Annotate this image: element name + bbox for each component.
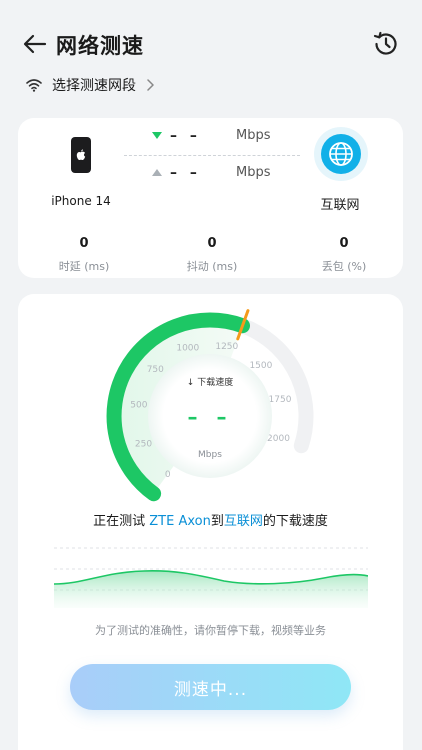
gauge-title: ↓ 下载速度: [187, 376, 233, 388]
packet-loss-stat: 0 丢包 (%): [294, 236, 394, 274]
apple-logo-icon: [76, 149, 86, 160]
rate-divider: [124, 155, 300, 156]
jitter-label: 抖动 (ms): [186, 260, 238, 273]
latency-label: 时延 (ms): [58, 260, 110, 273]
phone-icon: [71, 137, 91, 173]
status-suffix: 的下载速度: [262, 514, 328, 529]
gauge-tick-label: 500: [130, 401, 147, 411]
download-rate-value: – –: [170, 128, 201, 144]
speed-gauge: 0 250 500 750 1000 1250 1500 1750 2000 ↓ 下载速度 – …: [106, 309, 314, 502]
gauge-tick-label: 1250: [215, 342, 238, 352]
status-device: ZTE Axon: [149, 514, 211, 529]
history-icon: [373, 31, 397, 55]
gauge-tick-label: 250: [135, 440, 152, 450]
latency-value: 0: [79, 236, 89, 251]
select-segment-row[interactable]: 选择测速网段: [26, 74, 154, 96]
latency-stat: 0 时延 (ms): [34, 236, 134, 274]
jitter-value: 0: [207, 236, 217, 251]
gauge-tick-label: 1500: [249, 361, 272, 371]
testing-status: 正在测试 ZTE Axon到互联网的下载速度: [18, 510, 403, 529]
download-rate-unit: Mbps: [236, 128, 271, 143]
upload-rate-unit: Mbps: [236, 165, 271, 180]
status-prefix: 正在测试: [93, 514, 150, 529]
back-button[interactable]: [20, 30, 50, 58]
network-name: 互联网: [320, 198, 360, 213]
gauge-tick-label: 0: [165, 470, 171, 480]
status-mid: 到: [210, 514, 224, 529]
select-segment-label: 选择测速网段: [52, 78, 136, 94]
download-triangle-icon: [152, 132, 162, 139]
chevron-right-icon: [147, 79, 154, 91]
jitter-stat: 0 抖动 (ms): [162, 236, 262, 274]
history-button[interactable]: [372, 30, 402, 60]
wifi-icon: [26, 79, 42, 92]
gauge-unit: Mbps: [198, 450, 222, 460]
upload-rate-row: – –: [152, 163, 201, 183]
upload-rate-value: – –: [170, 165, 201, 181]
page-title: 网络测速: [56, 34, 144, 58]
gauge-tick-label: 1750: [269, 395, 292, 405]
gauge-tick-label: 1000: [176, 344, 199, 354]
download-rate-row: – –: [152, 126, 201, 146]
gauge-tick-label: 2000: [267, 434, 290, 444]
upload-triangle-icon: [152, 169, 162, 176]
connection-card: iPhone 14 – – Mbps – – Mbps 互联网 0 时延 (ms…: [18, 118, 403, 278]
device-name: iPhone 14: [51, 194, 111, 208]
speed-waveform: [54, 547, 368, 608]
globe-icon: [329, 142, 353, 166]
packet-loss-value: 0: [339, 236, 349, 251]
speedometer-card: 0 250 500 750 1000 1250 1500 1750 2000 ↓ 下载速度 – …: [18, 294, 403, 750]
back-arrow-icon: [23, 34, 47, 54]
status-target: 互联网: [223, 514, 263, 529]
testing-hint: 为了测试的准确性，请你暂停下载，视频等业务: [95, 624, 326, 637]
gauge-value: – –: [188, 405, 233, 429]
gauge-tick-label: 750: [147, 365, 164, 375]
internet-globe: [314, 127, 368, 181]
packet-loss-label: 丢包 (%): [321, 260, 367, 273]
header: 网络测速 选择测速网段: [0, 0, 422, 94]
testing-button[interactable]: 测速中...: [70, 664, 351, 710]
